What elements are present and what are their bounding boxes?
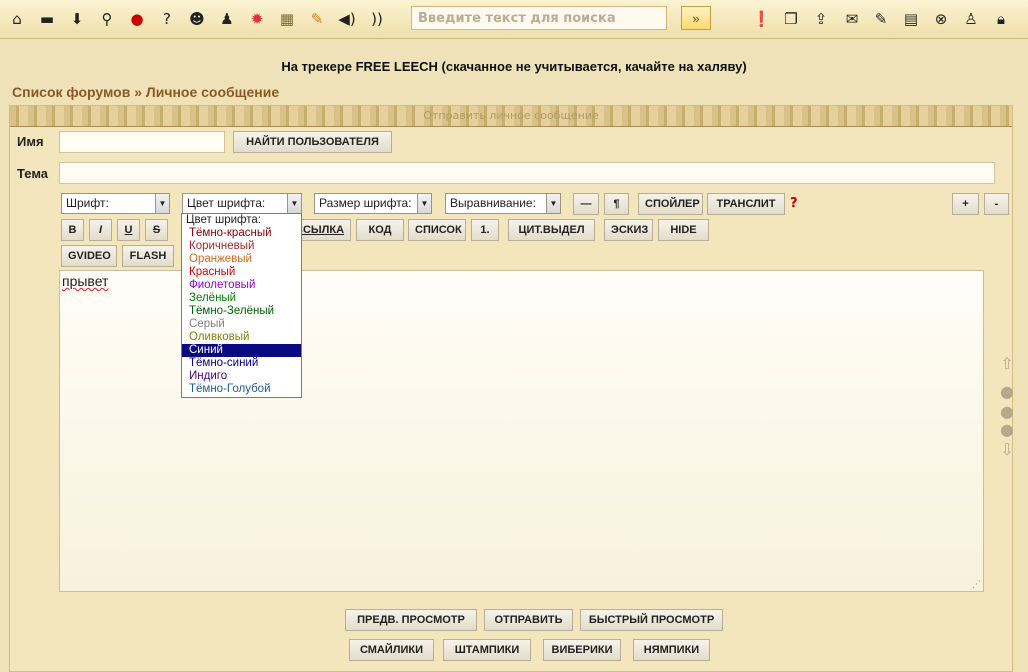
color-option[interactable]: Синий [182,344,301,357]
quote-selected-button[interactable]: ЦИТ.ВЫДЕЛ [508,219,595,241]
smileys-button[interactable]: СМАЙЛИКИ [349,639,434,661]
help-icon[interactable]: ? [158,10,176,28]
viberiki-button[interactable]: ВИБЕРИКИ [543,639,621,661]
breadcrumb: Список форумов » Личное сообщение [12,84,279,100]
resize-grip-icon[interactable]: ⋰ [972,580,981,590]
scroll-top-icon[interactable]: ⇧ [1000,354,1014,373]
list-button[interactable]: СПИСОК [408,219,466,241]
name-label: Имя [17,134,44,149]
chevron-down-icon: ▼ [287,194,301,213]
search-button[interactable]: » [681,6,711,30]
color-select-value: Цвет шрифта: [187,196,266,210]
breadcrumb-separator: » [134,84,143,100]
search-input[interactable] [411,6,667,30]
color-option[interactable]: Красный [182,266,301,279]
italic-button[interactable]: I [89,219,112,241]
paragraph-button[interactable]: ¶ [604,193,629,215]
record-icon[interactable]: ● [128,10,146,28]
align-select-value: Выравнивание: [450,196,536,210]
scroll-dot-icon[interactable]: ● [1000,382,1014,401]
users-icon[interactable]: ♟ [218,10,236,28]
edit-icon[interactable]: ✎ [872,10,890,28]
search-icon[interactable]: ⚲ [98,10,116,28]
size-select[interactable]: Размер шрифта: ▼ [314,193,432,214]
stamps-button[interactable]: ШТАМПИКИ [443,639,531,661]
find-user-button[interactable]: НАЙТИ ПОЛЬЗОВАТЕЛЯ [233,131,392,153]
color-option[interactable]: Тёмно-Зелёный [182,305,301,318]
font-select[interactable]: Шрифт: ▼ [61,193,170,214]
numbered-list-button[interactable]: 1. [471,219,499,241]
gvideo-button[interactable]: GVIDEO [61,245,117,267]
panel-title: Отправить личное сообщение [10,106,1012,127]
upload-icon[interactable]: ⇪ [812,10,830,28]
hide-button[interactable]: HIDE [658,219,709,241]
document-icon[interactable]: ▤ [902,10,920,28]
color-select[interactable]: Цвет шрифта: ▼ [182,193,302,214]
tag-icon[interactable]: ✎ [308,10,326,28]
home-icon[interactable]: ⌂ [8,10,26,28]
translit-button[interactable]: ТРАНСЛИТ [707,193,785,215]
comment-icon[interactable]: ▬ [38,10,56,28]
flash-button[interactable]: FLASH [122,245,174,267]
quick-preview-button[interactable]: БЫСТРЫЙ ПРОСМОТР [580,609,723,631]
chevron-down-icon: ▼ [417,194,431,213]
editor-text: прывет [62,273,109,289]
mail-icon[interactable]: ✉ [843,10,861,28]
group-icon[interactable]: ☻ [188,10,206,28]
top-toolbar: ⌂ ▬ ⬇ ⚲ ● ? ☻ ♟ ✹ ▦ ✎ ◀) )) » ❗ ❐ ⇪ ✉ ✎ … [0,0,1028,39]
font-select-value: Шрифт: [66,196,109,210]
download-icon[interactable]: ⬇ [68,10,86,28]
color-option[interactable]: Серый [182,318,301,331]
color-option[interactable]: Зелёный [182,292,301,305]
calculator-icon[interactable]: ▦ [278,10,296,28]
message-form-panel: Отправить личное сообщение Имя НАЙТИ ПОЛ… [9,105,1013,672]
color-option[interactable]: Фиолетовый [182,279,301,292]
bold-button[interactable]: B [61,219,84,241]
shrink-editor-button[interactable]: - [984,193,1009,215]
alert-icon[interactable]: ❗ [752,10,771,28]
spoiler-button[interactable]: СПОЙЛЕР [638,193,703,215]
send-button[interactable]: ОТПРАВИТЬ [484,609,573,631]
chevron-down-icon: ▼ [546,194,560,213]
subject-input[interactable] [59,162,995,184]
sketch-button[interactable]: ЭСКИЗ [604,219,653,241]
star-burst-icon[interactable]: ✹ [248,10,266,28]
scroll-dot-icon[interactable]: ● [1000,402,1014,421]
speaker-icon[interactable]: ◀) [338,10,356,28]
chevron-down-icon: ▼ [155,194,169,213]
code-button[interactable]: КОД [356,219,404,241]
horizontal-rule-button[interactable]: — [573,193,599,215]
help-link[interactable]: ? [790,196,798,211]
user-icon[interactable]: ♙ [962,10,980,28]
preview-button[interactable]: ПРЕДВ. ПРОСМОТР [345,609,477,631]
color-option[interactable]: Тёмно-красный [182,227,301,240]
close-circle-icon[interactable]: ⊗ [932,10,950,28]
rss-icon[interactable]: )) [368,10,386,28]
color-option[interactable]: Оливковый [182,331,301,344]
color-option[interactable]: Тёмно-Голубой [182,383,301,396]
align-select[interactable]: Выравнивание: ▼ [445,193,561,214]
tracker-notice: На трекере FREE LEECH (скачанное не учит… [281,59,747,74]
copy-icon[interactable]: ❐ [782,10,800,28]
strike-button[interactable]: S [145,219,168,241]
enlarge-editor-button[interactable]: + [952,193,979,215]
color-option[interactable]: Коричневый [182,240,301,253]
color-option-placeholder[interactable]: Цвет шрифта: [182,214,301,227]
color-select-dropdown[interactable]: Цвет шрифта: Тёмно-красный Коричневый Оранж… [181,213,302,398]
color-option[interactable]: Тёмно-синий [182,357,301,370]
underline-button[interactable]: U [117,219,140,241]
lock-icon[interactable]: 🔒︎ [992,10,1010,28]
subject-label: Тема [17,166,49,181]
color-option[interactable]: Оранжевый [182,253,301,266]
breadcrumb-current[interactable]: Личное сообщение [146,84,279,100]
nyampiki-button[interactable]: НЯМПИКИ [633,639,710,661]
breadcrumb-forums-link[interactable]: Список форумов [12,84,130,100]
scroll-dot-icon[interactable]: ● [1000,420,1014,439]
scroll-bottom-icon[interactable]: ⇩ [1000,440,1014,459]
color-option[interactable]: Индиго [182,370,301,383]
size-select-value: Размер шрифта: [319,196,412,210]
recipient-name-input[interactable] [59,131,225,153]
